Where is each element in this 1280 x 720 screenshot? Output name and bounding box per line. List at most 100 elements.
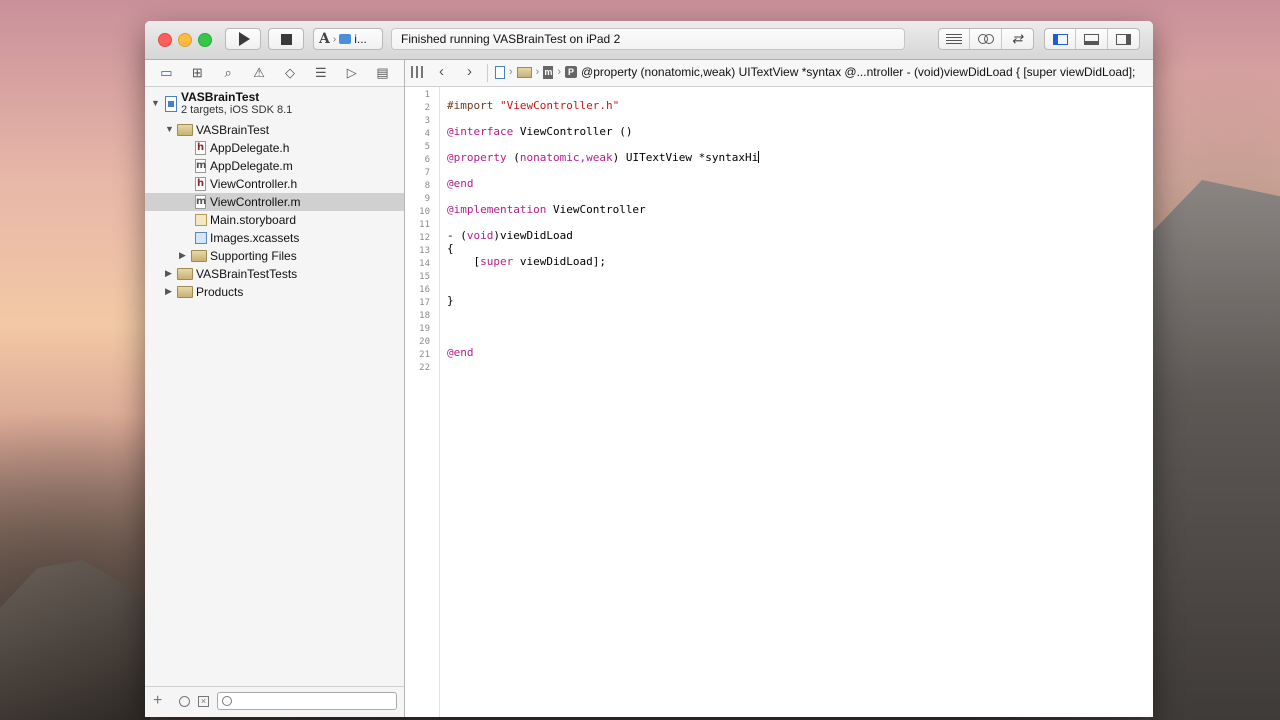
storyboard-icon (195, 214, 207, 226)
toggle-utilities-button[interactable] (1108, 29, 1139, 49)
standard-editor-icon (946, 33, 963, 45)
code-line-4: @interface ViewController () (447, 125, 632, 138)
file-crumb-icon[interactable]: m (543, 65, 554, 79)
code-token: ViewController () (513, 125, 633, 138)
code-line-2: #import "ViewController.h" (447, 99, 619, 112)
tree-row-viewcontroller-h[interactable]: h ViewController.h (145, 175, 404, 193)
line-number: 6 (424, 155, 430, 165)
toggle-navigator-button[interactable] (1045, 29, 1077, 49)
disclosure-closed-icon[interactable]: ▶ (165, 286, 172, 297)
line-number: 7 (424, 168, 430, 178)
tree-row-appdelegate-m[interactable]: m AppDelegate.m (145, 157, 404, 175)
symbol-navigator-tab-icon[interactable]: ⊞ (185, 65, 209, 81)
project-row[interactable]: ▼ VASBrainTest 2 targets, iOS SDK 8.1 (145, 89, 404, 121)
minimize-window-button[interactable] (178, 33, 192, 47)
project-subtitle: 2 targets, iOS SDK 8.1 (181, 104, 293, 116)
line-number: 10 (419, 207, 430, 217)
divider (487, 64, 488, 82)
tree-row-images-xcassets[interactable]: Images.xcassets (145, 229, 404, 247)
tree-row-products[interactable]: ▶ Products (145, 283, 404, 301)
stop-button[interactable] (268, 28, 304, 50)
version-editor-button[interactable]: ⇄ (1002, 29, 1033, 49)
find-navigator-tab-icon[interactable]: ⌕ (216, 65, 240, 81)
back-arrow-icon[interactable]: ‹ (439, 63, 444, 80)
implementation-file-icon: m (195, 195, 207, 209)
forward-arrow-icon[interactable]: › (467, 63, 472, 80)
line-number: 15 (419, 272, 430, 282)
zoom-window-button[interactable] (198, 33, 212, 47)
code-token: nonatomic,weak (519, 151, 613, 164)
tree-row-supporting-files[interactable]: ▶ Supporting Files (145, 247, 404, 265)
tree-row-vasbraintesttests[interactable]: ▶ VASBrainTestTests (145, 265, 404, 283)
tree-row-viewcontroller-m[interactable]: m ViewController.m (145, 193, 404, 211)
implementation-file-icon: m (195, 159, 207, 173)
code-line-21: @end (447, 346, 474, 359)
code-token: @implementation (447, 203, 547, 216)
desktop-cliff (1150, 180, 1280, 720)
activity-status: Finished running VASBrainTest on iPad 2 (391, 28, 905, 50)
chevron-right-icon: › (332, 33, 337, 45)
tree-row-label: AppDelegate.h (210, 141, 290, 155)
tree-row-label: Supporting Files (210, 249, 297, 263)
tree-row-label: ViewController.h (210, 177, 298, 191)
filter-input[interactable] (217, 692, 397, 710)
code-token: #import (447, 99, 494, 112)
code-line-8: @end (447, 177, 474, 190)
line-number: 19 (419, 324, 430, 334)
recent-files-icon[interactable] (179, 696, 190, 707)
right-panel-icon (1115, 33, 1131, 45)
disclosure-open-icon[interactable]: ▼ (151, 98, 160, 108)
chevron-right-icon: › (557, 66, 562, 78)
debug-navigator-tab-icon[interactable]: ☰ (309, 65, 333, 81)
file-tree: ▼ VASBrainTest 2 targets, iOS SDK 8.1 ▼ … (145, 87, 404, 301)
group-crumb-icon[interactable] (516, 66, 532, 78)
text-caret (758, 151, 760, 163)
xcode-project-icon (165, 96, 177, 112)
project-crumb-icon[interactable] (495, 65, 505, 79)
run-button[interactable] (225, 28, 261, 50)
navigator-filter-bar: + × (145, 686, 404, 717)
tree-row-main-storyboard[interactable]: Main.storyboard (145, 211, 404, 229)
code-token: ( (506, 151, 520, 164)
source-editor[interactable]: 1 2 3 4 5 6 7 8 9 10 11 12 13 14 15 16 1… (405, 87, 1153, 717)
disclosure-closed-icon[interactable]: ▶ (179, 250, 186, 261)
log-navigator-tab-icon[interactable]: ▤ (371, 65, 395, 81)
code-line-14: [super viewDidLoad]; (447, 255, 606, 268)
folder-icon (177, 124, 193, 136)
device-icon (339, 34, 352, 44)
add-icon[interactable]: + (153, 692, 162, 710)
folder-icon (191, 250, 207, 262)
disclosure-closed-icon[interactable]: ▶ (165, 268, 172, 279)
breakpoint-navigator-tab-icon[interactable]: ▷ (340, 65, 364, 81)
related-items-icon[interactable] (411, 66, 423, 78)
symbol-crumb[interactable]: @property (nonatomic,weak) UITextView *s… (581, 65, 1135, 79)
test-navigator-tab-icon[interactable]: ◇ (278, 65, 302, 81)
tree-row-label: VASBrainTest (196, 123, 270, 137)
tree-row-label: Main.storyboard (210, 213, 297, 227)
line-number: 3 (424, 116, 430, 126)
issue-navigator-tab-icon[interactable]: ⚠ (247, 65, 271, 81)
close-window-button[interactable] (158, 33, 172, 47)
project-navigator-tab-icon[interactable]: ▭ (154, 65, 178, 81)
source-control-filter-icon[interactable]: × (198, 696, 209, 707)
tree-row-appdelegate-h[interactable]: h AppDelegate.h (145, 139, 404, 157)
assistant-editor-button[interactable] (970, 29, 1002, 49)
code-token: ]; (592, 255, 606, 268)
scheme-destination-label: i... (354, 32, 367, 46)
project-name: VASBrainTest (181, 90, 260, 104)
line-number: 4 (424, 129, 430, 139)
code-token: "ViewController.h" (499, 99, 620, 112)
scheme-selector[interactable]: A › i... (313, 28, 383, 50)
line-number-gutter[interactable]: 1 2 3 4 5 6 7 8 9 10 11 12 13 14 15 16 1… (405, 87, 440, 717)
desktop-rock (0, 560, 150, 720)
line-number: 22 (419, 363, 430, 373)
standard-editor-button[interactable] (939, 29, 971, 49)
version-editor-icon: ⇄ (1011, 31, 1023, 46)
code-token: )viewDidLoad (493, 229, 573, 242)
code-token: @end (447, 177, 474, 190)
disclosure-open-icon[interactable]: ▼ (165, 124, 174, 134)
code-line-17: } (447, 294, 454, 307)
tree-row-group-vasbraintest[interactable]: ▼ VASBrainTest (145, 121, 404, 139)
toggle-debug-area-button[interactable] (1076, 29, 1108, 49)
breadcrumb: › › m › P @property (nonatomic,weak) UIT… (495, 65, 1135, 79)
